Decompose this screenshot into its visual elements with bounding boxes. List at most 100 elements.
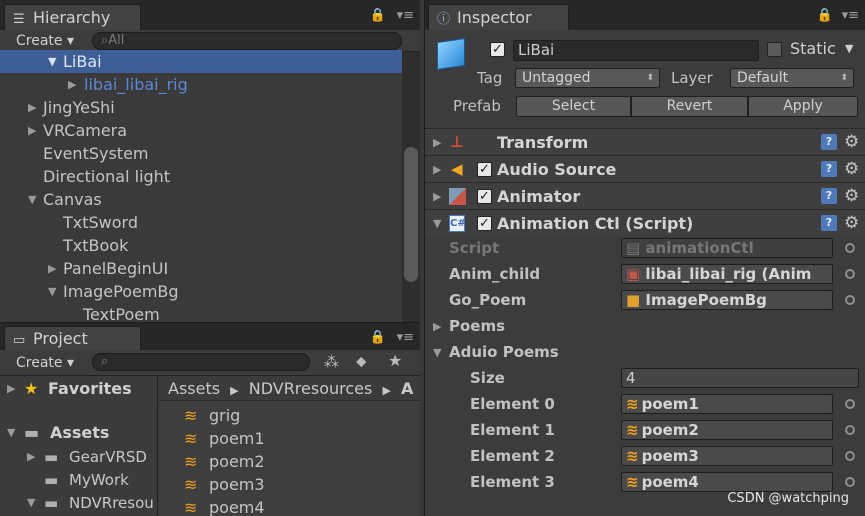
tab-inspector[interactable]: ⓘ Inspector [428,4,569,30]
gear-icon[interactable]: ⚙ [844,210,859,237]
expand-arrow-icon[interactable]: ▼ [48,50,56,73]
favorite-star-icon[interactable]: ★ [388,351,402,370]
expand-arrow-icon[interactable]: ▼ [28,188,36,211]
collapse-arrow-icon[interactable]: ▶ [433,320,441,333]
filter-by-label-icon[interactable]: ⬥ [356,352,367,370]
file-item[interactable]: ≋ poem2 [159,450,420,473]
collapse-arrow-icon[interactable]: ▶ [28,119,36,142]
folder-row[interactable]: ▶ ▬ GearVRSD [0,446,158,468]
expand-arrow-icon[interactable]: ▼ [48,280,56,303]
lock-icon[interactable]: 🔒 [370,330,386,345]
lock-icon[interactable]: 🔒 [370,8,386,23]
filter-by-type-icon[interactable]: ⁂ [324,353,339,371]
hierarchy-row-imagepoembg[interactable]: ▼ ImagePoemBg [0,280,402,303]
static-dropdown-icon[interactable]: ▼ [845,42,853,55]
panel-menu-icon[interactable]: ▾≡ [397,330,414,345]
collapse-arrow-icon[interactable]: ▶ [433,156,441,183]
file-item[interactable]: ≋ grig [159,404,420,427]
hierarchy-row-vrcamera[interactable]: ▶ VRCamera [0,119,402,142]
expand-arrow-icon[interactable]: ▼ [27,492,35,514]
panel-menu-icon[interactable]: ▾≡ [842,8,859,23]
aduio-poems-foldout[interactable]: ▼ Aduio Poems [425,342,865,364]
hierarchy-row-txtsword[interactable]: TxtSword [0,211,402,234]
gear-icon[interactable]: ⚙ [844,183,859,210]
folder-row[interactable]: ▼ ▬ NDVRresou [0,492,158,514]
create-button[interactable]: Create ▾ [10,31,82,51]
tag-dropdown[interactable]: Untagged ⬍ [515,68,660,88]
hierarchy-row-directional-light[interactable]: Directional light [0,165,402,188]
poems-foldout[interactable]: ▶ Poems [425,316,865,338]
expand-arrow-icon[interactable]: ▼ [7,422,15,444]
collapse-arrow-icon[interactable]: ▶ [433,129,441,156]
help-icon[interactable]: ? [821,134,837,150]
object-name-field[interactable]: LiBai [513,40,759,61]
animation-ctl-component-header[interactable]: ▼ C# ✓ Animation Ctl (Script) ? ⚙ [425,209,865,236]
help-icon[interactable]: ? [821,188,837,204]
breadcrumb-item[interactable]: Assets [168,379,220,398]
element-3-field[interactable]: ≋ poem4 [621,472,833,492]
object-picker-icon[interactable] [845,295,855,305]
hierarchy-row-eventsystem[interactable]: EventSystem [0,142,402,165]
hierarchy-tabbar: ☰ Hierarchy 🔒 ▾≡ [0,0,420,30]
collapse-arrow-icon[interactable]: ▶ [68,73,76,96]
hierarchy-scrollbar[interactable] [402,52,420,322]
layer-dropdown[interactable]: Default ⬍ [730,68,854,88]
go-poem-field[interactable]: ■ ImagePoemBg [621,290,833,310]
gear-icon[interactable]: ⚙ [844,156,859,183]
element-1-field[interactable]: ≋ poem2 [621,420,833,440]
hierarchy-row-libai[interactable]: ▼ LiBai [0,50,402,73]
help-icon[interactable]: ? [821,161,837,177]
hierarchy-search-input[interactable]: ⌕All [92,32,402,50]
expand-arrow-icon[interactable]: ▼ [433,346,441,359]
audio-source-component-header[interactable]: ▶ ◀ ✓ Audio Source ? ⚙ [425,155,865,182]
hierarchy-row-panelbeginui[interactable]: ▶ PanelBeginUI [0,257,402,280]
element-0-field[interactable]: ≋ poem1 [621,394,833,414]
breadcrumb-item[interactable]: NDVRresources [249,379,373,398]
active-checkbox[interactable]: ✓ [490,42,505,57]
scrollbar-thumb[interactable] [404,147,418,282]
animator-enabled-checkbox[interactable]: ✓ [477,189,492,204]
size-input[interactable]: 4 [621,368,859,388]
file-item[interactable]: ≋ poem1 [159,427,420,450]
expand-arrow-icon[interactable]: ▼ [433,210,441,237]
hierarchy-row-textpoem[interactable]: TextPoem [0,303,402,322]
folder-row[interactable]: ▬ MyWork [0,469,158,491]
create-button[interactable]: Create ▾ [10,353,82,373]
file-item[interactable]: ≋ poem4 [159,496,420,516]
animator-component-header[interactable]: ▶ ✓ Animator ? ⚙ [425,182,865,209]
panel-menu-icon[interactable]: ▾≡ [397,8,414,23]
collapse-arrow-icon[interactable]: ▶ [28,96,36,119]
hierarchy-row-jingyeshi[interactable]: ▶ JingYeShi [0,96,402,119]
prefab-apply-button[interactable]: Apply [748,96,858,117]
file-item[interactable]: ≋ poem3 [159,473,420,496]
hierarchy-row-libai-rig[interactable]: ▶ libai_libai_rig [0,73,402,96]
prefab-revert-button[interactable]: Revert [631,96,748,117]
assets-row[interactable]: ▼ ▬ Assets [0,422,158,444]
collapse-arrow-icon[interactable]: ▶ [27,446,35,468]
favorites-row[interactable]: ▶ ★ Favorites [0,378,158,400]
hierarchy-row-txtbook[interactable]: TxtBook [0,234,402,257]
prefab-select-button[interactable]: Select [516,96,631,117]
collapse-arrow-icon[interactable]: ▶ [433,183,441,210]
object-picker-icon[interactable] [845,399,855,409]
help-icon[interactable]: ? [821,215,837,231]
collapse-arrow-icon[interactable]: ▶ [48,257,56,280]
script-enabled-checkbox[interactable]: ✓ [477,216,492,231]
object-picker-icon[interactable] [845,425,855,435]
lock-icon[interactable]: 🔒 [817,8,833,23]
tab-hierarchy[interactable]: ☰ Hierarchy [4,4,141,30]
anim-child-field[interactable]: ▣ libai_libai_rig (Anim [621,264,833,284]
transform-component-header[interactable]: ▶ ⊥ Transform ? ⚙ [425,128,865,155]
project-search-input[interactable]: ⌕ [92,353,310,371]
element-2-field[interactable]: ≋ poem3 [621,446,833,466]
object-picker-icon[interactable] [845,477,855,487]
breadcrumb-item[interactable]: A [401,379,413,398]
audio-source-enabled-checkbox[interactable]: ✓ [477,162,492,177]
object-picker-icon[interactable] [845,269,855,279]
hierarchy-row-canvas[interactable]: ▼ Canvas [0,188,402,211]
object-picker-icon[interactable] [845,451,855,461]
static-checkbox[interactable] [767,42,782,57]
tab-project[interactable]: ▭ Project [4,326,141,350]
collapse-arrow-icon[interactable]: ▶ [7,378,15,400]
gear-icon[interactable]: ⚙ [844,129,859,156]
